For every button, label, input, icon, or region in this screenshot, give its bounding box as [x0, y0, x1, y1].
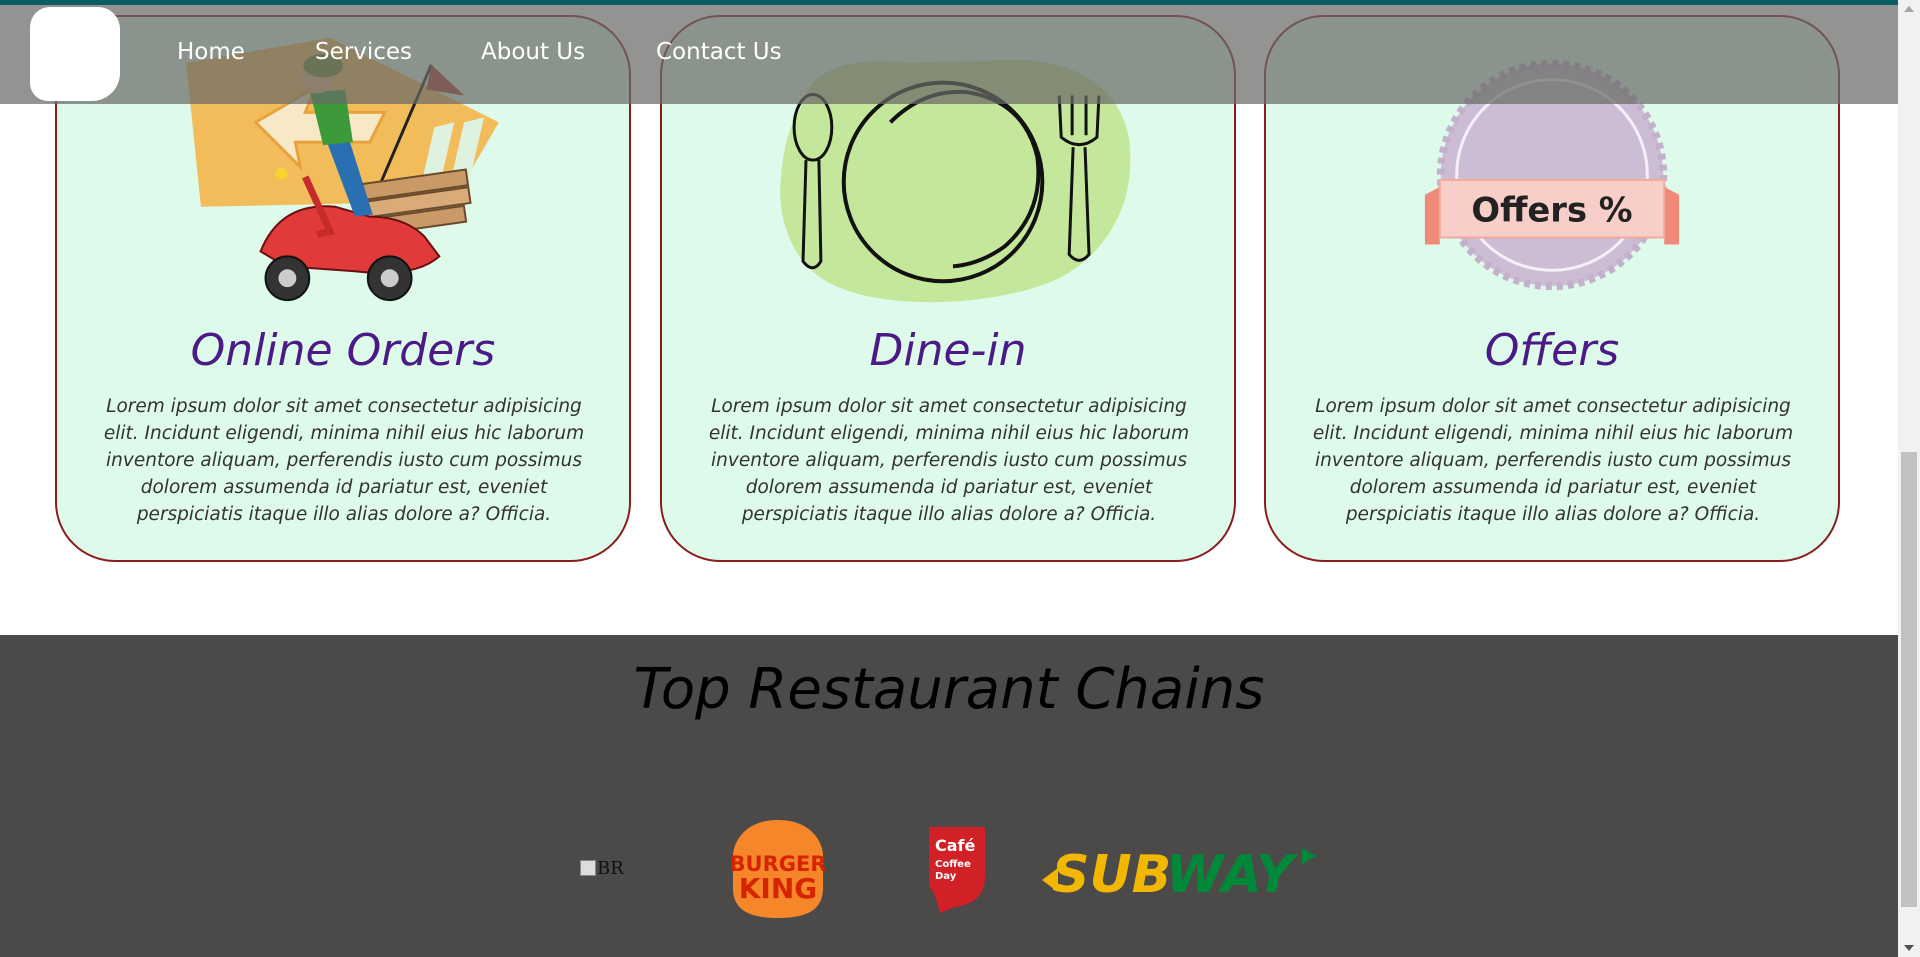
scrollbar-thumb[interactable] — [1901, 452, 1917, 907]
service-description: Lorem ipsum dolor sit amet consectetur a… — [1312, 396, 1794, 525]
subway-logo-text-1: SUB — [1052, 845, 1171, 900]
page-content: Online Orders Lorem ipsum dolor sit amet… — [0, 5, 1898, 957]
section-title: Top Restaurant Chains — [633, 657, 1265, 722]
nav-link-about-us[interactable]: About Us — [481, 39, 585, 65]
nav-link-services[interactable]: Services — [315, 39, 412, 65]
ccd-logo-text-3: Day — [935, 871, 957, 882]
broken-image-icon — [580, 860, 596, 876]
service-title: Dine-in — [869, 325, 1027, 376]
brand-logos: BR BURGER KING Café Coffee Day SUB WAY — [575, 818, 1335, 928]
service-description: Lorem ipsum dolor sit amet consectetur a… — [708, 396, 1190, 525]
scroll-down-arrow-icon[interactable] — [1904, 945, 1914, 951]
service-title: Online Orders — [190, 325, 496, 376]
navbar: Home Services About Us Contact Us — [0, 5, 1898, 104]
vertical-scrollbar[interactable] — [1898, 0, 1920, 957]
burger-king-logo[interactable]: BURGER KING — [730, 818, 826, 920]
site-logo[interactable] — [30, 7, 120, 101]
image-alt-text: BR — [597, 858, 624, 879]
ccd-logo-text-1: Café — [935, 836, 976, 855]
subway-logo-text-2: WAY — [1166, 845, 1299, 900]
burger-king-logo-text-2: KING — [739, 872, 818, 905]
cafe-coffee-day-logo[interactable]: Café Coffee Day — [925, 823, 990, 915]
ccd-logo-text-2: Coffee — [935, 859, 971, 870]
nav-link-contact-us[interactable]: Contact Us — [656, 39, 782, 65]
restaurant-chains-section: Top Restaurant Chains BR BURGER KING Caf… — [0, 635, 1898, 957]
service-title: Offers — [1484, 325, 1620, 376]
subway-logo[interactable]: SUB WAY — [1040, 840, 1320, 900]
broken-image-br[interactable]: BR — [580, 858, 624, 879]
nav-link-home[interactable]: Home — [177, 39, 245, 65]
scroll-up-arrow-icon[interactable] — [1904, 6, 1914, 12]
offer-badge-label: Offers % — [1471, 191, 1632, 230]
service-description: Lorem ipsum dolor sit amet consectetur a… — [103, 396, 585, 525]
